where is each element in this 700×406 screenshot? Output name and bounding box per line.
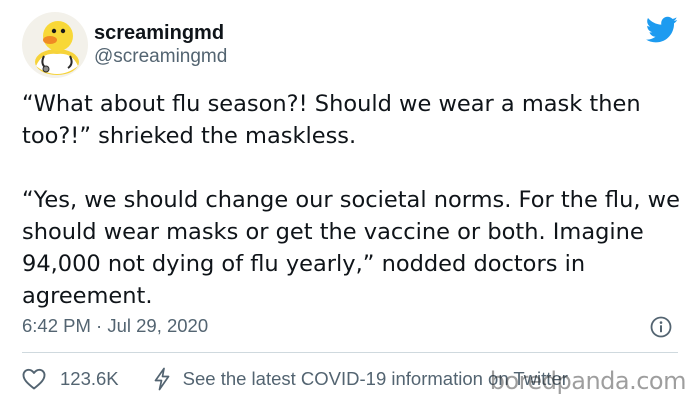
tweet-card: screamingmd @screamingmd “What about flu… <box>0 0 700 406</box>
tweet-paragraph: “Yes, we should change our societal norm… <box>22 187 680 309</box>
twitter-bird-icon[interactable] <box>645 16 678 44</box>
display-name[interactable]: screamingmd <box>94 21 227 45</box>
user-handle[interactable]: @screamingmd <box>94 45 227 69</box>
divider <box>22 352 678 353</box>
tweet-actions: 123.6K See the latest COVID-19 informati… <box>22 366 568 392</box>
like-button[interactable]: 123.6K <box>22 368 119 390</box>
tweet-paragraph: “What about flu season?! Should we wear … <box>22 91 641 149</box>
info-icon[interactable] <box>650 316 672 338</box>
tweet-text: “What about flu season?! Should we wear … <box>22 88 682 312</box>
tweet-header: screamingmd @screamingmd <box>22 10 227 80</box>
lightning-icon <box>154 367 169 391</box>
rubber-duck-doctor-avatar-icon <box>22 12 88 78</box>
like-count: 123.6K <box>60 368 119 389</box>
watermark: boredpanda.com <box>489 367 687 395</box>
heart-icon <box>22 368 46 390</box>
user-names: screamingmd @screamingmd <box>94 21 227 69</box>
tweet-timestamp[interactable]: 6:42 PM · Jul 29, 2020 <box>22 314 208 338</box>
avatar[interactable] <box>22 12 88 78</box>
